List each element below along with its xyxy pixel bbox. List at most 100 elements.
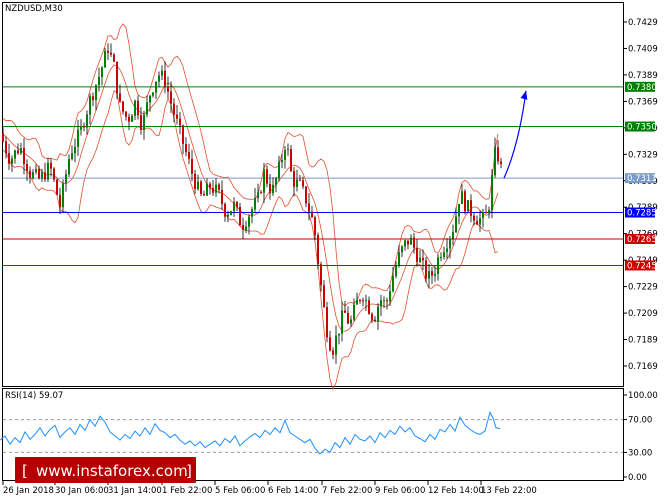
candle-body xyxy=(113,54,115,62)
candle-body xyxy=(56,179,58,195)
candle-body xyxy=(35,169,37,173)
candle-body xyxy=(98,76,100,86)
candle-body xyxy=(53,168,55,180)
candle-body xyxy=(347,312,349,324)
candle-body xyxy=(26,164,28,171)
watermark-bracket-right: ] xyxy=(186,462,192,480)
candle-body xyxy=(119,93,121,102)
candle-body xyxy=(20,148,22,154)
y-axis-ticks: 0.74290.74090.73890.73690.73490.73290.73… xyxy=(624,18,658,372)
rsi-tick-label: 70.00 xyxy=(628,416,652,426)
candle-body xyxy=(278,162,280,179)
candle-body xyxy=(23,148,25,165)
candle-body xyxy=(200,181,202,195)
candle-body xyxy=(128,116,130,122)
candle-body xyxy=(383,300,385,302)
candle-body xyxy=(335,335,337,355)
candle-body xyxy=(110,52,112,55)
watermark: [ www.instaforex.com ] xyxy=(15,457,196,483)
candle-body xyxy=(404,240,406,247)
candle-body xyxy=(269,183,271,194)
candle-body xyxy=(329,337,331,351)
candle-body xyxy=(368,300,370,314)
candle-body xyxy=(281,160,283,163)
candle-body xyxy=(32,172,34,178)
candle-body xyxy=(392,275,394,292)
candle-body xyxy=(68,159,70,175)
x-tick-label: 13 Feb 22:00 xyxy=(481,486,537,496)
candle-body xyxy=(431,271,433,276)
candle-body xyxy=(245,226,247,231)
candle-body xyxy=(452,232,454,239)
candle-body xyxy=(323,285,325,307)
y-tick-label: 0.7429 xyxy=(628,18,658,28)
x-axis-ticks: 26 Jan 2018 30 Jan 06:00 31 Jan 14:00 1 Feb… xyxy=(2,481,537,496)
candle-body xyxy=(353,304,355,320)
candle-body xyxy=(116,61,118,94)
candle-body xyxy=(164,70,166,87)
candle-body xyxy=(218,184,220,190)
x-tick-label: 12 Feb 14:00 xyxy=(428,486,484,496)
candle-body xyxy=(440,257,442,259)
candle-body xyxy=(419,257,421,263)
candle-body xyxy=(275,178,277,185)
candle-body xyxy=(107,50,109,53)
candle-body xyxy=(320,264,322,286)
candle-body xyxy=(389,291,391,302)
level-label: 0.7311 xyxy=(627,174,657,184)
candle-body xyxy=(473,215,475,221)
candle-body xyxy=(479,218,481,225)
y-tick-label: 0.7369 xyxy=(628,97,658,107)
candle-body xyxy=(272,184,274,194)
candle-body xyxy=(221,189,223,204)
x-tick-label: 1 Feb 22:00 xyxy=(162,486,212,496)
candle-body xyxy=(59,194,61,208)
rsi-tick-label: 100.00 xyxy=(628,391,658,401)
candle-body xyxy=(464,191,466,212)
level-labels: 0.7380 0.7350 0.7311 0.7285 0.7265 0.7245 xyxy=(625,81,657,271)
candle-body xyxy=(317,235,319,265)
x-tick-label: 26 Jan 2018 xyxy=(3,486,54,496)
candle-body xyxy=(296,179,298,187)
candle-body xyxy=(293,171,295,187)
candle-body xyxy=(47,162,49,180)
candle-body xyxy=(359,300,361,302)
candle-body xyxy=(137,100,139,116)
candle-body xyxy=(11,158,13,164)
candle-body xyxy=(422,257,424,261)
candle-body xyxy=(14,150,16,159)
candle-body xyxy=(401,246,403,253)
candle-body xyxy=(125,111,127,117)
candle-body xyxy=(17,150,19,154)
candle-body xyxy=(497,147,499,162)
x-tick-label: 31 Jan 14:00 xyxy=(108,486,162,496)
candle-body xyxy=(326,306,328,338)
candle-body xyxy=(173,103,175,115)
watermark-bracket-left: [ xyxy=(22,462,28,480)
y-tick-label: 0.7329 xyxy=(628,150,658,160)
candle-body xyxy=(233,202,235,212)
candle-body xyxy=(476,220,478,225)
rsi-tick-label: 30.00 xyxy=(628,448,652,458)
candle-body xyxy=(194,173,196,190)
candle-body xyxy=(254,198,256,210)
level-label: 0.7350 xyxy=(627,123,657,133)
candle-body xyxy=(428,271,430,279)
candle-body xyxy=(290,149,292,172)
candle-body xyxy=(467,200,469,212)
candle-body xyxy=(152,92,154,96)
candle-body xyxy=(161,70,163,76)
x-tick-label: 5 Feb 06:00 xyxy=(215,486,265,496)
y-tick-label: 0.7409 xyxy=(628,44,658,54)
candle-body xyxy=(332,350,334,355)
candle-body xyxy=(29,170,31,178)
candle-body xyxy=(236,202,238,207)
candle-body xyxy=(104,50,106,68)
candle-body xyxy=(176,114,178,119)
candle-body xyxy=(488,210,490,214)
candle-body xyxy=(197,181,199,190)
candle-body xyxy=(239,206,241,226)
y-tick-label: 0.7169 xyxy=(628,362,658,372)
candle-body xyxy=(455,216,457,233)
candle-body xyxy=(350,319,352,324)
